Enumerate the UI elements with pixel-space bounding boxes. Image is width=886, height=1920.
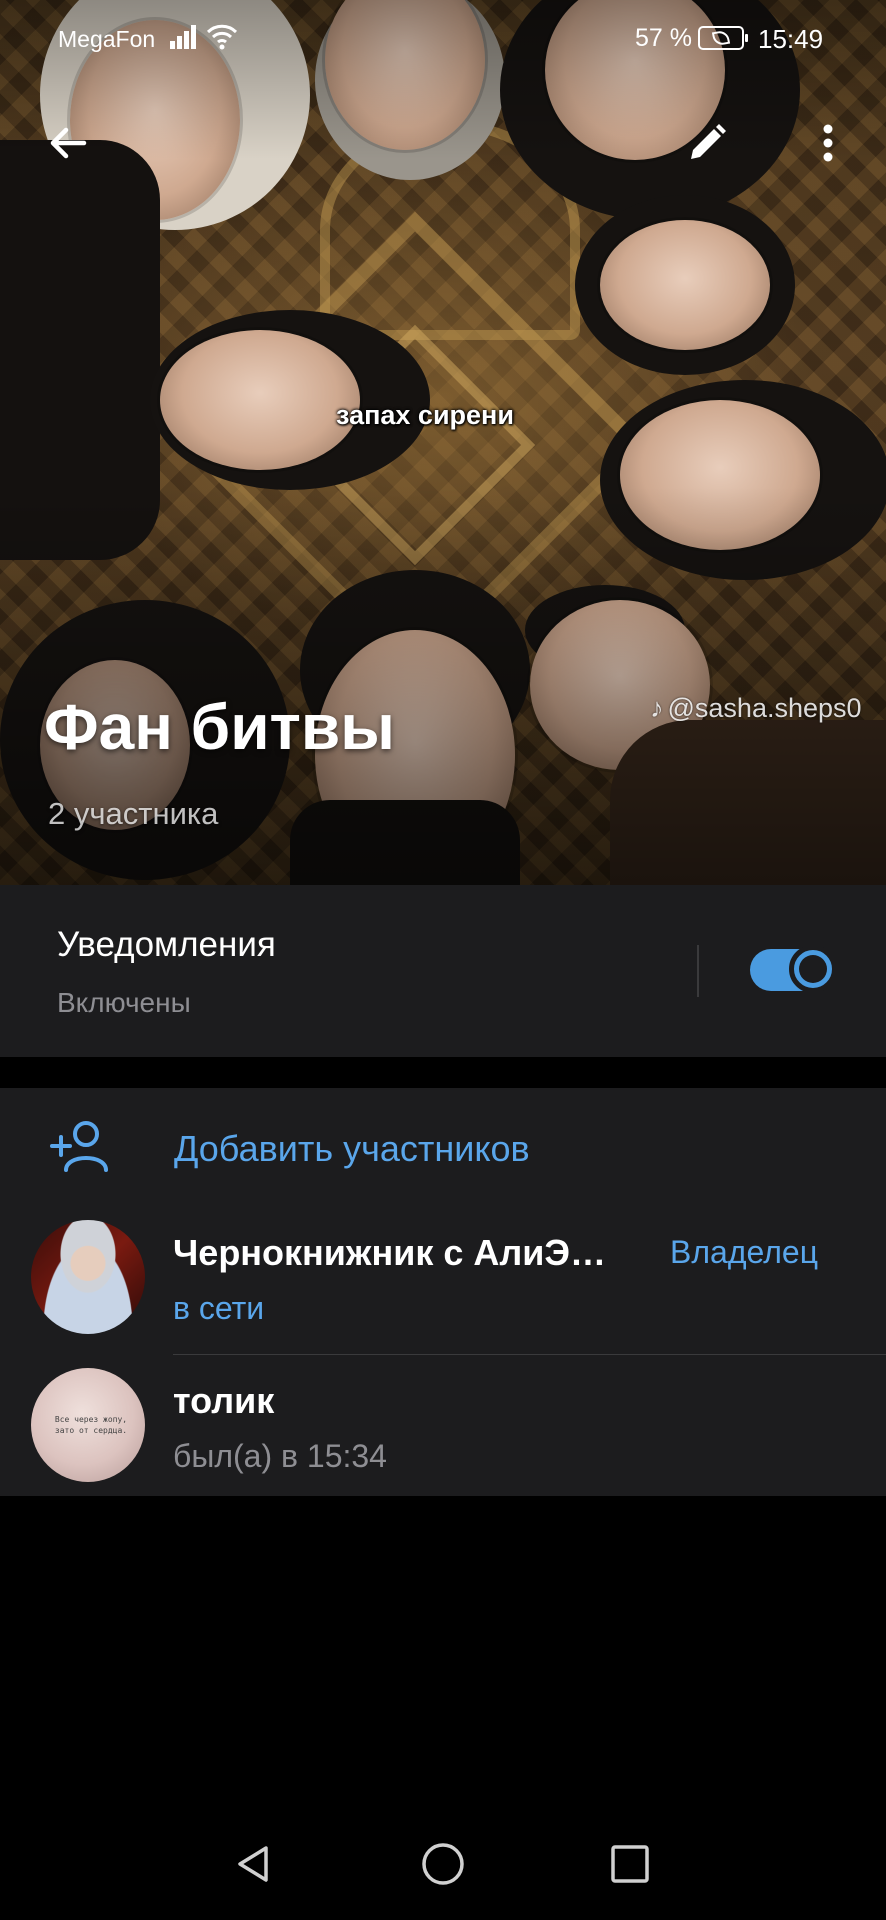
square-recent-icon xyxy=(611,1845,649,1883)
divider xyxy=(173,1354,886,1355)
avatar-text: Все через жопу, зато от сердца. xyxy=(54,1415,128,1435)
divider xyxy=(697,945,699,997)
pencil-icon xyxy=(691,124,726,159)
nav-recent-button[interactable] xyxy=(598,1832,662,1896)
more-options-button[interactable] xyxy=(793,108,863,178)
add-members-button[interactable]: Добавить участников xyxy=(0,1088,886,1208)
notifications-toggle[interactable] xyxy=(750,945,837,993)
status-bar: MegaFon 57 % 15:49 xyxy=(0,0,886,78)
notifications-status: Включены xyxy=(57,987,191,1018)
edit-group-button[interactable] xyxy=(672,108,742,178)
member-role-badge: Владелец xyxy=(670,1234,819,1270)
member-name: толик xyxy=(173,1380,275,1421)
photo-caption: запах сирени xyxy=(336,400,514,430)
watermark-text: @sasha.sheps0 xyxy=(667,693,862,723)
member-row[interactable]: Чернокнижник с АлиЭ… в сети Владелец xyxy=(0,1208,886,1346)
member-row[interactable]: Все через жопу, зато от сердца. толик бы… xyxy=(0,1356,886,1494)
carrier-label: MegaFon xyxy=(58,26,156,52)
avatar xyxy=(31,1220,145,1334)
toggle-knob xyxy=(789,945,837,993)
wifi-icon xyxy=(206,24,238,50)
add-members-label: Добавить участников xyxy=(174,1128,530,1169)
notifications-title: Уведомления xyxy=(57,925,276,964)
clock: 15:49 xyxy=(758,24,824,54)
circle-home-icon xyxy=(422,1843,464,1885)
arrow-left-icon xyxy=(50,127,87,159)
back-button[interactable] xyxy=(33,108,103,178)
nav-home-button[interactable] xyxy=(411,1832,475,1896)
person-add-icon xyxy=(50,1121,108,1172)
group-title: Фан битвы xyxy=(44,691,395,763)
more-vert-icon xyxy=(823,124,833,162)
member-status: в сети xyxy=(173,1290,265,1326)
member-name: Чернокнижник с АлиЭ… xyxy=(173,1232,606,1273)
avatar: Все через жопу, зато от сердца. xyxy=(31,1368,145,1482)
triangle-back-icon xyxy=(238,1846,268,1882)
photo-watermark: ♪ @sasha.sheps0 xyxy=(650,693,862,724)
notifications-row[interactable]: Уведомления Включены xyxy=(0,885,886,1057)
nav-back-button[interactable] xyxy=(222,1832,286,1896)
tiktok-icon: ♪ xyxy=(650,693,664,723)
member-status: был(а) в 15:34 xyxy=(173,1438,387,1474)
system-nav-bar xyxy=(0,1808,886,1920)
group-header-photo[interactable]: запах сирени ♪ @sasha.sheps0 Фан битвы 2 … xyxy=(0,0,886,885)
battery-percent: 57 % xyxy=(635,24,692,52)
members-section: Добавить участников Чернокнижник с АлиЭ…… xyxy=(0,1088,886,1496)
group-member-count: 2 участника xyxy=(48,796,219,831)
battery-icon xyxy=(698,26,748,50)
signal-icon xyxy=(170,25,200,49)
